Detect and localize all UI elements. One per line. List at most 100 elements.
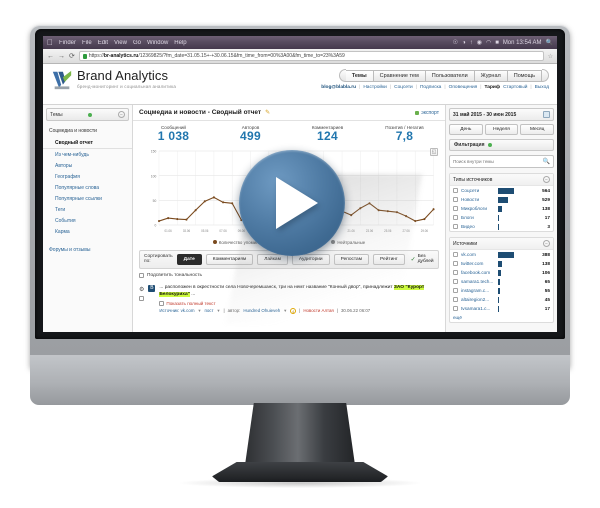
sidebar-item-geography[interactable]: География [43, 171, 132, 182]
menubar-item-view[interactable]: View [114, 40, 127, 46]
sidebar-item-popular-words[interactable]: Популярные слова [43, 182, 132, 193]
chart-point[interactable] [203, 200, 206, 203]
menubar-clock[interactable]: Mon 13:54 AM [503, 40, 542, 46]
facet-row[interactable]: Блоги 17 [450, 213, 553, 222]
address-bar[interactable]: https://br-analytics.ru/12369825/?fm_dat… [78, 51, 544, 61]
calendar-icon[interactable] [543, 111, 550, 118]
nav-tab-help[interactable]: Помощь [507, 69, 542, 82]
menubar-item-window[interactable]: Window [147, 40, 168, 46]
chart-point[interactable] [231, 201, 234, 205]
pencil-icon[interactable]: ✎ [265, 109, 270, 116]
sidebar-item-authors[interactable]: Авторы [43, 160, 132, 171]
facet-header[interactable]: Типы источников − [450, 174, 553, 186]
post-author[interactable]: Hundred Ohuieveh [243, 308, 280, 313]
no-duplicates-toggle[interactable]: ✓ Без дублей [411, 254, 434, 264]
facet-row[interactable]: vk.com 388 [450, 250, 553, 259]
chart-point[interactable] [313, 210, 316, 214]
mentions-chart[interactable]: 150 100 50 0 01.06 03.06 05.06 07.06 09.06 11.06… [139, 147, 439, 239]
chart-point[interactable] [368, 201, 371, 205]
sort-button-likes[interactable]: Лайкам [257, 253, 288, 265]
forward-button[interactable]: → [58, 53, 65, 60]
export-button[interactable]: экспорт [415, 110, 439, 116]
chart-point[interactable] [194, 208, 197, 212]
battery-status-icon[interactable]: ■ [495, 40, 499, 46]
chart-point[interactable] [185, 218, 188, 221]
facet-checkbox[interactable] [453, 279, 458, 284]
facet-row[interactable]: Новости 529 [450, 195, 553, 204]
sidebar-item-summary-report[interactable]: Сводный отчет [43, 137, 132, 149]
sort-button-rating[interactable]: Рейтинг [373, 253, 405, 265]
chevron-down-icon[interactable]: ▼ [197, 308, 201, 313]
link-notifications[interactable]: Оповещения [449, 85, 478, 90]
menubar-item-finder[interactable]: Finder [59, 40, 76, 46]
expand-icon[interactable]: ◱ [430, 147, 438, 156]
themes-selector[interactable]: Темы − [46, 108, 129, 121]
facet-row[interactable]: samara1.tech... 65 [450, 277, 553, 286]
menubar-item-help[interactable]: Help [174, 40, 186, 46]
source-badge-vk[interactable]: B [148, 284, 156, 292]
post-checkbox[interactable] [139, 295, 145, 301]
user-email[interactable]: blog@blabla.ru [321, 85, 356, 90]
post-category[interactable]: Новости Алтая [303, 308, 334, 313]
nav-tab-users[interactable]: Пользователи [425, 69, 475, 82]
chevron-down-icon[interactable]: ▼ [283, 308, 287, 313]
gear-icon[interactable]: ⚙ [139, 286, 144, 293]
facet-header[interactable]: Источники − [450, 238, 553, 250]
chart-point[interactable] [295, 208, 298, 212]
nav-tab-themes[interactable]: Темы [345, 69, 374, 82]
chart-point[interactable] [167, 216, 170, 219]
sidebar-group-forums[interactable]: Форумы и отзывы [43, 237, 132, 256]
post-rating-badge[interactable]: 4 [290, 307, 297, 314]
search-icon[interactable]: 🔍 [543, 158, 550, 165]
bookmark-star-icon[interactable]: ☆ [548, 53, 553, 60]
chart-point[interactable] [423, 217, 426, 220]
sidebar-item-popular-links[interactable]: Популярные ссылки [43, 193, 132, 204]
chart-point[interactable] [276, 201, 279, 205]
sort-button-date[interactable]: Дате [176, 253, 202, 265]
facet-checkbox[interactable] [453, 288, 458, 293]
chevron-down-icon[interactable]: ▼ [216, 308, 220, 313]
collapse-icon[interactable]: − [118, 111, 125, 118]
sidebar-item-events[interactable]: События [43, 215, 132, 226]
link-socials[interactable]: Соцсети [394, 85, 413, 90]
facet-row[interactable]: Микроблоги 138 [450, 204, 553, 213]
sort-button-audience[interactable]: Аудитории [291, 253, 330, 265]
link-settings[interactable]: Настройки [363, 85, 387, 90]
facet-row[interactable]: Соцсети 564 [450, 186, 553, 195]
chart-point[interactable] [377, 208, 380, 212]
period-button-week[interactable]: Неделя [484, 124, 519, 135]
highlight-sentiment-checkbox[interactable]: Подсветить тональность [139, 272, 439, 278]
menubar-item-edit[interactable]: Edit [98, 40, 108, 46]
post-source[interactable]: Источник: vk.com [159, 308, 194, 313]
menubar-item-go[interactable]: Go [133, 40, 141, 46]
upload-status-icon[interactable]: ↑ [470, 40, 473, 46]
facet-checkbox[interactable] [453, 215, 458, 220]
sidebar-item-karma[interactable]: Карма [43, 226, 132, 237]
filtration-panel-header[interactable]: Фильтрация [449, 139, 554, 151]
chart-point[interactable] [331, 208, 334, 212]
search-box[interactable]: 🔍 [449, 155, 554, 168]
chart-point[interactable] [286, 207, 289, 211]
chart-point[interactable] [359, 206, 362, 210]
legend-item-mentions[interactable]: Количество упоминаний [212, 240, 268, 245]
facet-checkbox[interactable] [453, 306, 458, 311]
chart-point[interactable] [322, 206, 325, 210]
search-input[interactable] [453, 159, 541, 164]
chart-point[interactable] [258, 215, 261, 219]
period-button-day[interactable]: День [449, 124, 483, 135]
period-button-month[interactable]: Месяц [520, 124, 555, 135]
facet-row[interactable]: instagram.c... 55 [450, 286, 553, 295]
link-logout[interactable]: Выход [535, 85, 549, 90]
show-more-link[interactable]: ещё [450, 313, 553, 322]
facet-checkbox[interactable] [453, 224, 458, 229]
apple-logo-icon[interactable]:  [47, 38, 53, 47]
link-subscription[interactable]: Подписка [420, 85, 441, 90]
reload-button[interactable]: ⟳ [69, 52, 75, 60]
spotlight-search-icon[interactable]: 🔍 [546, 39, 553, 46]
facet-row[interactable]: altairegion2... 45 [450, 295, 553, 304]
dropbox-status-icon[interactable]: ☉ [453, 39, 458, 46]
chart-point[interactable] [432, 207, 435, 211]
back-button[interactable]: ← [47, 53, 54, 60]
chart-point[interactable] [267, 168, 270, 171]
display-status-icon[interactable]: ◑ [462, 40, 466, 46]
